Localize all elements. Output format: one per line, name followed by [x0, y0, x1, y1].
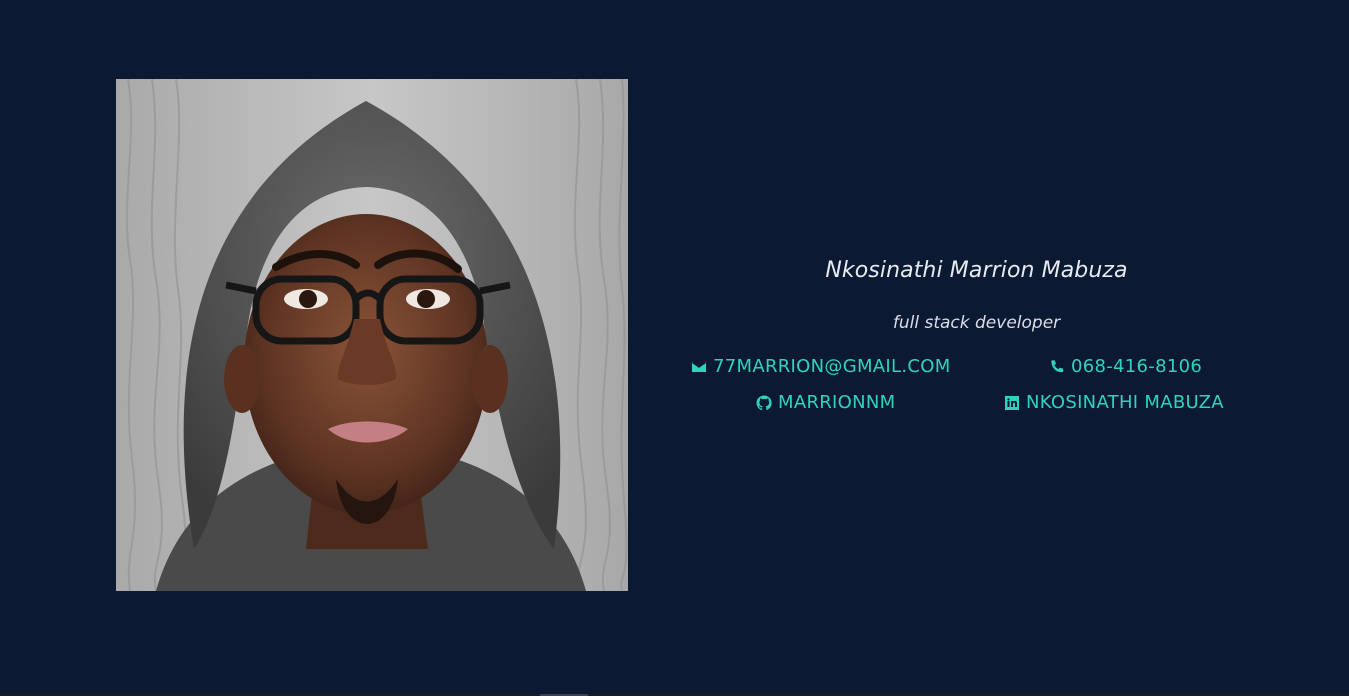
github-label: MARRIONNM [778, 392, 896, 413]
linkedin-icon [1004, 395, 1020, 411]
github-link[interactable]: MARRIONNM [756, 392, 896, 413]
profile-info: Nkosinathi Marrion Mabuza full stack dev… [660, 0, 1290, 696]
profile-name: Nkosinathi Marrion Mabuza [825, 258, 1128, 283]
profile-portrait [116, 79, 628, 591]
envelope-icon [691, 359, 707, 375]
github-icon [756, 394, 772, 411]
linkedin-label: NKOSINATHI MABUZA [1026, 392, 1224, 413]
phone-link[interactable]: 068-416-8106 [1049, 356, 1202, 377]
linkedin-link[interactable]: NKOSINATHI MABUZA [1004, 392, 1224, 413]
phone-label: 068-416-8106 [1071, 356, 1203, 377]
email-link[interactable]: 77MARRION@GMAIL.COM [691, 356, 951, 377]
phone-icon [1049, 359, 1065, 375]
email-label: 77MARRION@GMAIL.COM [713, 356, 951, 377]
profile-role: full stack developer [892, 313, 1061, 333]
